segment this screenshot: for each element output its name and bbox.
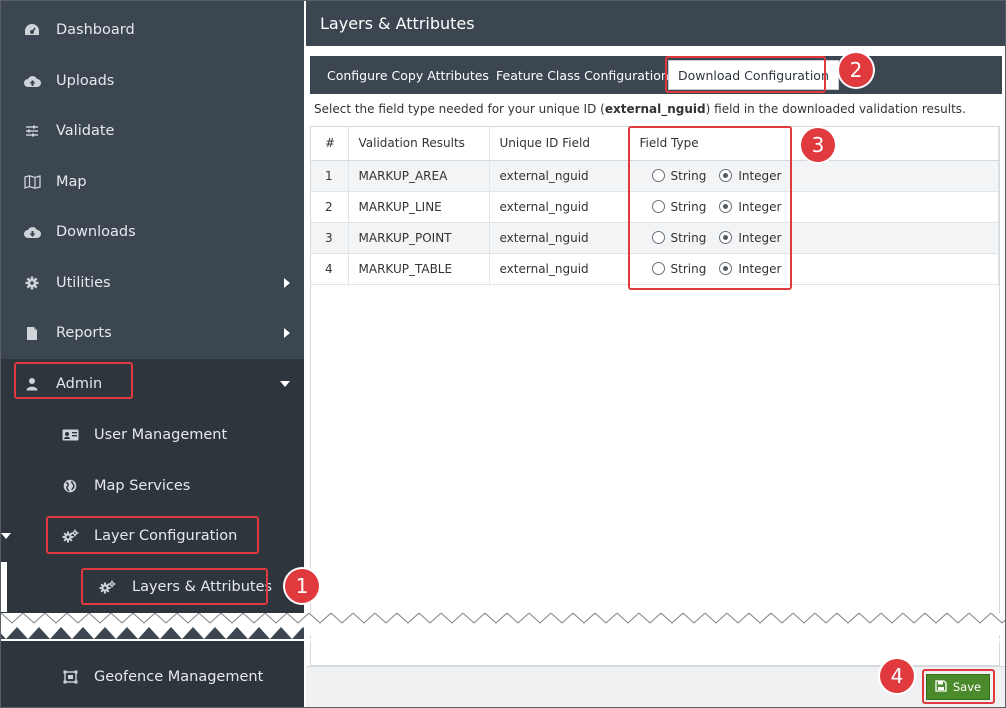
sidebar-item-reports[interactable]: Reports	[1, 308, 304, 358]
chevron-down-icon	[280, 381, 290, 387]
tab-feature-class-configuration[interactable]: Feature Class Configuration	[496, 56, 669, 94]
step-badge-4: 4	[880, 659, 914, 693]
page-title: Layers & Attributes	[306, 1, 1005, 46]
cloud-upload-icon	[23, 72, 41, 90]
sidebar-item-label: Validate	[56, 123, 115, 139]
sidebar-item-downloads[interactable]: Downloads	[1, 207, 304, 257]
field-type-highlight	[628, 126, 792, 290]
step-badge-2: 2	[839, 53, 873, 87]
row-number: 4	[311, 253, 349, 285]
layers-attributes-highlight	[81, 568, 268, 605]
validation-result-cell: MARKUP_TABLE	[348, 253, 490, 285]
sidebar-item-dashboard[interactable]: Dashboard	[1, 5, 304, 55]
sidebar-item-validate[interactable]: Validate	[1, 106, 304, 156]
sidebar-item-uploads[interactable]: Uploads	[1, 56, 304, 106]
sidebar-item-label: Utilities	[56, 275, 111, 291]
instruction-field-name: external_nguid	[604, 102, 706, 116]
save-button[interactable]: Save	[926, 674, 990, 700]
row-number: 1	[311, 160, 349, 192]
chevron-right-icon	[284, 278, 290, 288]
unique-id-cell: external_nguid	[489, 222, 630, 254]
sidebar-item-label: Map	[56, 174, 87, 190]
gear-icon	[23, 274, 41, 292]
chevron-down-icon	[1, 533, 11, 539]
validation-result-cell: MARKUP_POINT	[348, 222, 490, 254]
id-card-icon	[61, 426, 79, 444]
download-tab-highlight	[665, 56, 826, 93]
sidebar-item-label: Dashboard	[56, 22, 135, 38]
app-window: Dashboard Uploads Validate Map Downloads	[0, 0, 1006, 708]
save-label: Save	[952, 680, 982, 694]
sliders-icon	[23, 122, 41, 140]
sidebar-item-label: Geofence Management	[94, 669, 264, 685]
cloud-download-icon	[23, 223, 41, 241]
chevron-right-icon	[284, 328, 290, 338]
column-header-validation-results: Validation Results	[348, 127, 490, 161]
row-number: 2	[311, 191, 349, 223]
tab-configure-copy-attributes[interactable]: Configure Copy Attributes	[327, 56, 489, 94]
step-badge-1: 1	[285, 569, 319, 603]
unique-id-cell: external_nguid	[489, 160, 630, 192]
tab-bar: Configure Copy Attributes Feature Class …	[310, 56, 1002, 94]
file-icon	[23, 324, 41, 342]
sidebar: Dashboard Uploads Validate Map Downloads	[1, 1, 304, 707]
dashboard-icon	[23, 21, 41, 39]
unique-id-cell: external_nguid	[489, 191, 630, 223]
save-icon	[935, 679, 947, 695]
column-header-unique-id-field: Unique ID Field	[489, 127, 630, 161]
sidebar-item-label: User Management	[94, 427, 228, 443]
validation-result-cell: MARKUP_AREA	[348, 160, 490, 192]
globe-icon	[61, 477, 79, 495]
geofence-icon	[61, 668, 79, 686]
admin-highlight	[14, 362, 133, 399]
instruction-part: ) field in the downloaded validation res…	[705, 102, 966, 116]
sidebar-item-label: Downloads	[56, 224, 136, 240]
sidebar-item-label: Reports	[56, 325, 112, 341]
unique-id-cell: external_nguid	[489, 253, 630, 285]
column-header-number: #	[311, 127, 349, 161]
map-icon	[23, 173, 41, 191]
sidebar-item-map-services[interactable]: Map Services	[1, 461, 304, 511]
sidebar-item-geofence-management[interactable]: Geofence Management	[1, 652, 304, 702]
layer-configuration-highlight	[46, 516, 259, 554]
sidebar-item-utilities[interactable]: Utilities	[1, 258, 304, 308]
validation-result-cell: MARKUP_LINE	[348, 191, 490, 223]
step-badge-3: 3	[801, 128, 835, 162]
sidebar-item-map[interactable]: Map	[1, 157, 304, 207]
instruction-text: Select the field type needed for your un…	[314, 102, 966, 116]
sidebar-item-label: Map Services	[94, 478, 191, 494]
sidebar-item-user-management[interactable]: User Management	[1, 410, 304, 460]
torn-edge-divider	[1, 613, 1005, 641]
instruction-part: Select the field type needed for your un…	[314, 102, 605, 116]
sidebar-item-label: Uploads	[56, 73, 115, 89]
row-number: 3	[311, 222, 349, 254]
